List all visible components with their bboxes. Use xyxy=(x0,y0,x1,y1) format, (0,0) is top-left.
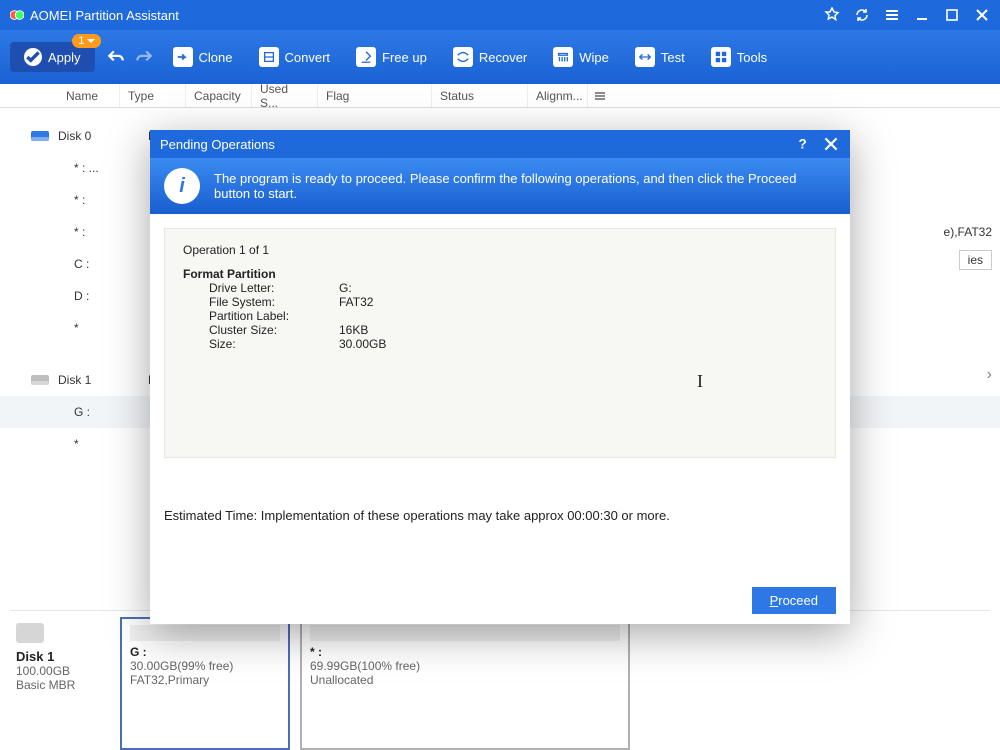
part-name: G : xyxy=(130,645,280,659)
refresh-icon[interactable] xyxy=(854,7,870,23)
columns-menu-icon[interactable] xyxy=(588,90,612,102)
convert-icon xyxy=(259,47,279,67)
operation-kv: Partition Label: xyxy=(209,309,817,323)
dialog-body: Operation 1 of 1 Format Partition Drive … xyxy=(150,214,850,577)
test-icon xyxy=(635,47,655,67)
col-status[interactable]: Status xyxy=(432,84,528,107)
close-icon[interactable] xyxy=(974,7,990,23)
operation-box: Operation 1 of 1 Format Partition Drive … xyxy=(164,228,836,458)
tool-wipe[interactable]: Wipe xyxy=(553,47,609,67)
dialog-title: Pending Operations xyxy=(160,137,784,152)
help-icon[interactable]: ? xyxy=(794,135,812,153)
operation-name: Format Partition xyxy=(183,267,817,281)
peek-text: e),FAT32 xyxy=(944,218,992,246)
app-logo-icon xyxy=(10,8,24,22)
estimate-text: Estimated Time: Implementation of these … xyxy=(164,508,836,523)
tools-icon xyxy=(711,47,731,67)
tool-convert[interactable]: Convert xyxy=(259,47,331,67)
col-type[interactable]: Type xyxy=(120,84,186,107)
disk-map: Disk 1 100.00GB Basic MBR G : 30.00GB(99… xyxy=(10,610,990,750)
col-align[interactable]: Alignm... xyxy=(528,84,588,107)
check-icon xyxy=(24,48,42,66)
hdd-icon xyxy=(30,128,50,144)
peek-pill[interactable]: ies xyxy=(959,250,992,270)
wipe-icon xyxy=(553,47,573,67)
maximize-icon[interactable] xyxy=(944,7,960,23)
col-capacity[interactable]: Capacity xyxy=(186,84,252,107)
dialog-close-icon[interactable] xyxy=(822,135,840,153)
menu-icon[interactable] xyxy=(884,7,900,23)
undo-icon[interactable] xyxy=(107,48,125,66)
disk-size: 100.00GB xyxy=(16,664,104,678)
star-icon[interactable] xyxy=(824,7,840,23)
operation-kv: Drive Letter:G: xyxy=(209,281,817,295)
redo-icon[interactable] xyxy=(135,48,153,66)
col-name[interactable]: Name xyxy=(58,84,120,107)
tool-recover[interactable]: Recover xyxy=(453,47,527,67)
title-bar: AOMEI Partition Assistant xyxy=(0,0,1000,30)
col-used[interactable]: Used S... xyxy=(252,84,318,107)
part-size: 30.00GB(99% free) xyxy=(130,659,280,673)
main-toolbar: 1 Apply Clone Convert Free up Recover Wipe Te… xyxy=(0,30,1000,84)
tool-free-up[interactable]: Free up xyxy=(356,47,427,67)
tool-tools[interactable]: Tools xyxy=(711,47,767,67)
operation-kv: Cluster Size:16KB xyxy=(209,323,817,337)
partition-block-g[interactable]: G : 30.00GB(99% free) FAT32,Primary xyxy=(120,617,290,750)
part-fs: FAT32,Primary xyxy=(130,673,280,687)
hdd-icon xyxy=(30,372,50,388)
dialog-banner: i The program is ready to proceed. Pleas… xyxy=(150,158,850,214)
banner-text: The program is ready to proceed. Please … xyxy=(214,171,836,201)
free up-icon xyxy=(356,47,376,67)
svg-text:?: ? xyxy=(799,137,807,152)
pending-badge[interactable]: 1 xyxy=(72,34,100,48)
dialog-titlebar[interactable]: Pending Operations ? xyxy=(150,130,850,158)
partition-block-unallocated[interactable]: * : 69.99GB(100% free) Unallocated xyxy=(300,617,630,750)
column-headers: Name Type Capacity Used S... Flag Status… xyxy=(0,84,1000,108)
pending-operations-dialog: Pending Operations ? i The program is re… xyxy=(150,130,850,624)
chevron-right-icon[interactable]: › xyxy=(987,366,992,384)
app-title: AOMEI Partition Assistant xyxy=(30,8,824,23)
operation-kv: Size:30.00GB xyxy=(209,337,817,351)
clone-icon xyxy=(173,47,193,67)
disk-kind: Basic MBR xyxy=(16,678,104,692)
tool-clone[interactable]: Clone xyxy=(173,47,233,67)
minimize-icon[interactable] xyxy=(914,7,930,23)
operation-counter: Operation 1 of 1 xyxy=(183,243,817,257)
apply-wrap: 1 Apply xyxy=(10,42,95,72)
apply-label: Apply xyxy=(48,50,81,65)
part-name: * : xyxy=(310,645,620,659)
info-icon: i xyxy=(164,168,200,204)
part-size: 69.99GB(100% free) xyxy=(310,659,620,673)
col-flag[interactable]: Flag xyxy=(318,84,432,107)
operation-kv: File System:FAT32 xyxy=(209,295,817,309)
proceed-button[interactable]: Proceed xyxy=(752,587,836,614)
recover-icon xyxy=(453,47,473,67)
disk-icon xyxy=(16,623,44,643)
disk-name: Disk 1 xyxy=(16,649,104,664)
side-peek: e),FAT32 ies xyxy=(944,218,992,274)
part-fs: Unallocated xyxy=(310,673,620,687)
disk-info: Disk 1 100.00GB Basic MBR xyxy=(10,617,110,750)
tool-test[interactable]: Test xyxy=(635,47,685,67)
